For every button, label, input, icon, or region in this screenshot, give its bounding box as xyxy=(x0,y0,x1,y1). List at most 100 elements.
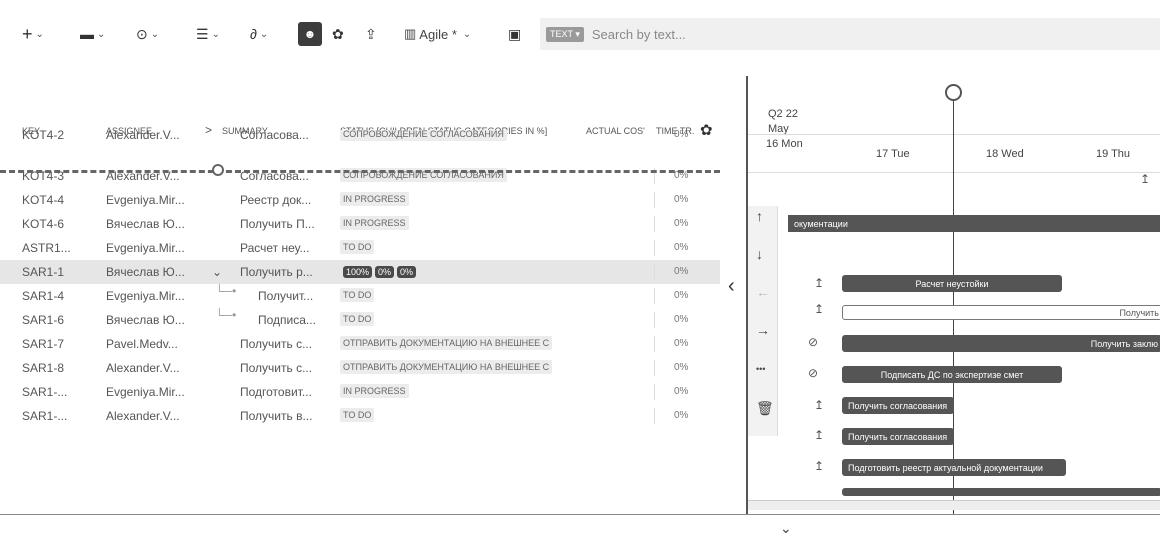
row-move-icon[interactable]: ↥ xyxy=(814,428,824,442)
row-key[interactable]: KOT4-4 xyxy=(22,193,64,207)
row-move-icon[interactable]: ↥ xyxy=(814,302,824,316)
row-key[interactable]: ASTR1... xyxy=(22,241,71,255)
search-bar[interactable]: TEXT ▾ Search by text... xyxy=(540,18,1160,50)
row-summary[interactable]: Расчет неу... xyxy=(240,241,309,255)
row-summary[interactable]: Получить П... xyxy=(240,217,315,231)
gantt-summary-bar[interactable]: Получить xyxy=(842,305,1160,320)
view-button[interactable]: ⊙ ⌄ xyxy=(136,22,159,46)
team-button[interactable]: ☻ xyxy=(298,22,322,46)
table-row[interactable]: SAR1-... Alexander.V... Получить в... TO… xyxy=(0,404,720,428)
row-time: 0% xyxy=(674,386,689,397)
row-move-icon[interactable]: ↥ xyxy=(814,459,824,473)
add-button[interactable]: + ⌄ xyxy=(22,22,44,46)
status-badge[interactable]: СОПРОВОЖДЕНИЕ СОГЛАСОВАНИЯ xyxy=(340,130,507,141)
today-marker-icon[interactable] xyxy=(945,84,962,101)
row-time: 0% xyxy=(674,130,689,140)
row-key[interactable]: SAR1-8 xyxy=(22,361,64,375)
list-button[interactable]: ☰ ⌄ xyxy=(196,22,220,46)
save-button[interactable]: ▣ xyxy=(508,22,521,46)
cell-divider xyxy=(654,408,655,424)
collapse-chevron-icon[interactable]: ⌄ xyxy=(212,265,222,279)
table-row[interactable]: SAR1-... Evgeniya.Mir... Подготовит... I… xyxy=(0,380,720,404)
gantt-bar[interactable]: Получить согласования xyxy=(842,397,954,414)
cell-divider xyxy=(654,384,655,400)
collapse-panel-icon[interactable]: ‹ xyxy=(728,275,735,298)
timeline-divider xyxy=(748,172,1160,173)
board-select[interactable]: ▥ Agile * ⌄ xyxy=(404,22,471,46)
table-row[interactable]: SAR1-4 Evgeniya.Mir... └─• Получит... TO… xyxy=(0,284,720,308)
chevron-down-icon[interactable]: ⌄ xyxy=(780,520,792,537)
status-badge[interactable]: IN PROGRESS xyxy=(340,216,409,230)
timeline-quarter: Q2 22 xyxy=(768,108,798,120)
row-summary[interactable]: Подготовит... xyxy=(240,385,312,399)
row-assignee: Вячеслав Ю... xyxy=(106,265,185,279)
row-move-icon[interactable]: ↥ xyxy=(814,276,824,290)
folder-button[interactable]: ▬ ⌄ xyxy=(80,22,105,46)
table-row[interactable]: KOT4-6 Вячеслав Ю... Получить П... IN PR… xyxy=(0,212,720,236)
row-key[interactable]: SAR1-1 xyxy=(22,265,64,279)
tree-branch-icon: └─• xyxy=(215,308,237,322)
chevron-down-icon: ⌄ xyxy=(97,28,106,40)
table-row[interactable]: SAR1-7 Pavel.Medv... Получить с... ОТПРА… xyxy=(0,332,720,356)
row-key[interactable]: KOT4-2 xyxy=(22,130,64,142)
row-summary[interactable]: Получить р... xyxy=(240,265,313,279)
status-badge[interactable]: IN PROGRESS xyxy=(340,192,409,206)
horizontal-scrollbar[interactable] xyxy=(748,500,1160,510)
gantt-bar[interactable]: Подготовить реестр актуальной документац… xyxy=(842,459,1066,476)
row-summary[interactable]: Реестр док... xyxy=(240,193,311,207)
gantt-bar[interactable]: Получить согласования xyxy=(842,428,954,445)
move-left-icon[interactable]: ← xyxy=(756,284,770,300)
timeline-day: 17 Tue xyxy=(876,148,910,160)
search-input[interactable]: Search by text... xyxy=(592,27,686,42)
gantt-bar[interactable] xyxy=(842,488,1160,496)
row-summary[interactable]: Получить с... xyxy=(240,337,312,351)
row-key[interactable]: SAR1-7 xyxy=(22,337,64,351)
drop-indicator xyxy=(0,170,720,173)
status-badge[interactable]: TO DO xyxy=(340,312,375,326)
row-time: 0% xyxy=(674,194,689,205)
row-key[interactable]: SAR1-... xyxy=(22,385,67,399)
table-row[interactable]: KOT4-3 Alexander.V... Согласова... СОПРО… xyxy=(0,164,720,188)
blocked-icon: ⊘ xyxy=(808,335,819,349)
share-button[interactable]: ⇪ xyxy=(365,22,377,46)
gantt-bar[interactable]: Получить заклю xyxy=(842,335,1160,352)
settings-button[interactable]: ✿ xyxy=(332,22,344,46)
table-row-selected[interactable]: SAR1-1 Вячеслав Ю... ⌄ Получить р... 100… xyxy=(0,260,720,284)
row-move-icon[interactable]: ↥ xyxy=(1140,172,1150,186)
blocked-icon: ⊘ xyxy=(808,366,819,380)
status-badge[interactable]: TO DO xyxy=(340,408,375,422)
row-assignee: Evgeniya.Mir... xyxy=(106,193,185,207)
cell-divider xyxy=(654,264,655,280)
row-summary[interactable]: Подписа... xyxy=(258,313,316,327)
status-badge[interactable]: ОТПРАВИТЬ ДОКУМЕНТАЦИЮ НА ВНЕШНЕЕ С xyxy=(340,360,553,374)
gantt-bar[interactable]: Подписать ДС по экспертизе смет xyxy=(842,366,1062,383)
status-badge[interactable]: TO DO xyxy=(340,288,375,302)
gantt-bar[interactable]: окументации xyxy=(788,215,1160,232)
row-key[interactable]: KOT4-6 xyxy=(22,217,64,231)
row-summary[interactable]: Получить с... xyxy=(240,361,312,375)
move-up-icon[interactable]: ↑ xyxy=(756,208,763,224)
team-icon: ☻ xyxy=(303,27,317,41)
row-summary[interactable]: Согласова... xyxy=(240,130,309,142)
table-row[interactable]: KOT4-2 Alexander.V... Согласова... СОПРО… xyxy=(0,130,720,150)
row-summary[interactable]: Получить в... xyxy=(240,409,312,423)
table-row[interactable]: KOT4-4 Evgeniya.Mir... Реестр док... IN … xyxy=(0,188,720,212)
more-icon[interactable]: ••• xyxy=(756,364,765,374)
table-row[interactable]: SAR1-6 Вячеслав Ю... └─• Подписа... TO D… xyxy=(0,308,720,332)
move-down-icon[interactable]: ↓ xyxy=(756,246,763,262)
row-key[interactable]: SAR1-6 xyxy=(22,313,64,327)
status-badge[interactable]: IN PROGRESS xyxy=(340,384,409,398)
row-key[interactable]: SAR1-4 xyxy=(22,289,64,303)
row-summary[interactable]: Получит... xyxy=(258,289,313,303)
move-right-icon[interactable]: → xyxy=(756,322,770,338)
status-badge[interactable]: ОТПРАВИТЬ ДОКУМЕНТАЦИЮ НА ВНЕШНЕЕ С xyxy=(340,336,553,350)
status-badge[interactable]: TO DO xyxy=(340,240,375,254)
table-row[interactable]: ASTR1... Evgeniya.Mir... Расчет неу... T… xyxy=(0,236,720,260)
search-mode-dropdown[interactable]: TEXT ▾ xyxy=(546,26,584,42)
table-row[interactable]: SAR1-8 Alexander.V... Получить с... ОТПР… xyxy=(0,356,720,380)
trash-icon[interactable]: 🗑 xyxy=(756,400,774,417)
link-button[interactable]: ∂ ⌄ xyxy=(250,22,268,46)
row-key[interactable]: SAR1-... xyxy=(22,409,67,423)
row-move-icon[interactable]: ↥ xyxy=(814,398,824,412)
gantt-bar[interactable]: Расчет неустойки xyxy=(842,275,1062,292)
